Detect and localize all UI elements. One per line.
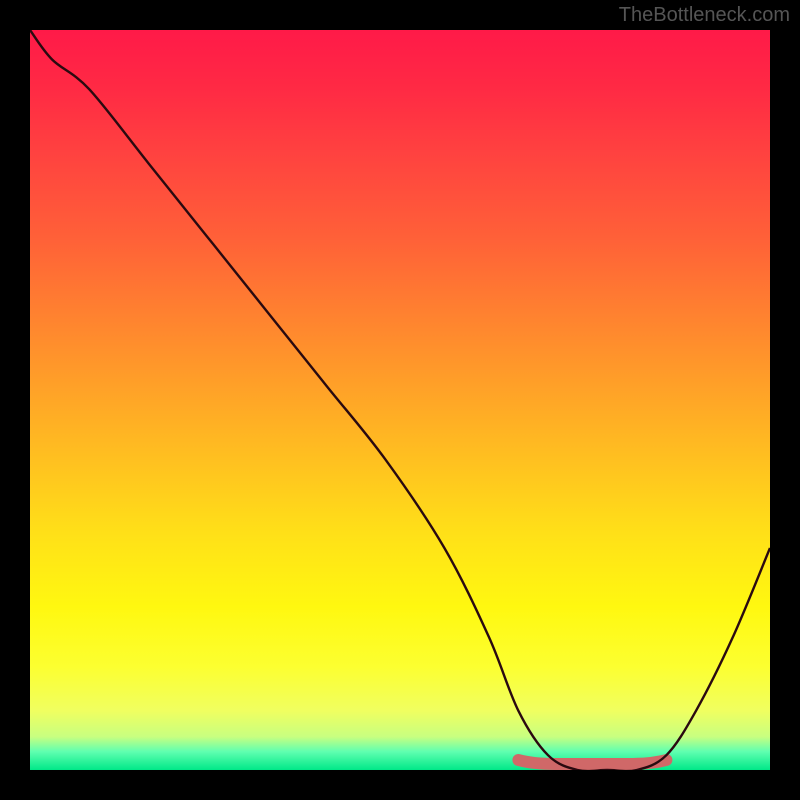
bottleneck-curve xyxy=(30,30,770,770)
chart-plot-area xyxy=(30,30,770,770)
optimal-range-marker xyxy=(518,760,666,764)
chart-svg xyxy=(30,30,770,770)
watermark-text: TheBottleneck.com xyxy=(619,4,790,27)
